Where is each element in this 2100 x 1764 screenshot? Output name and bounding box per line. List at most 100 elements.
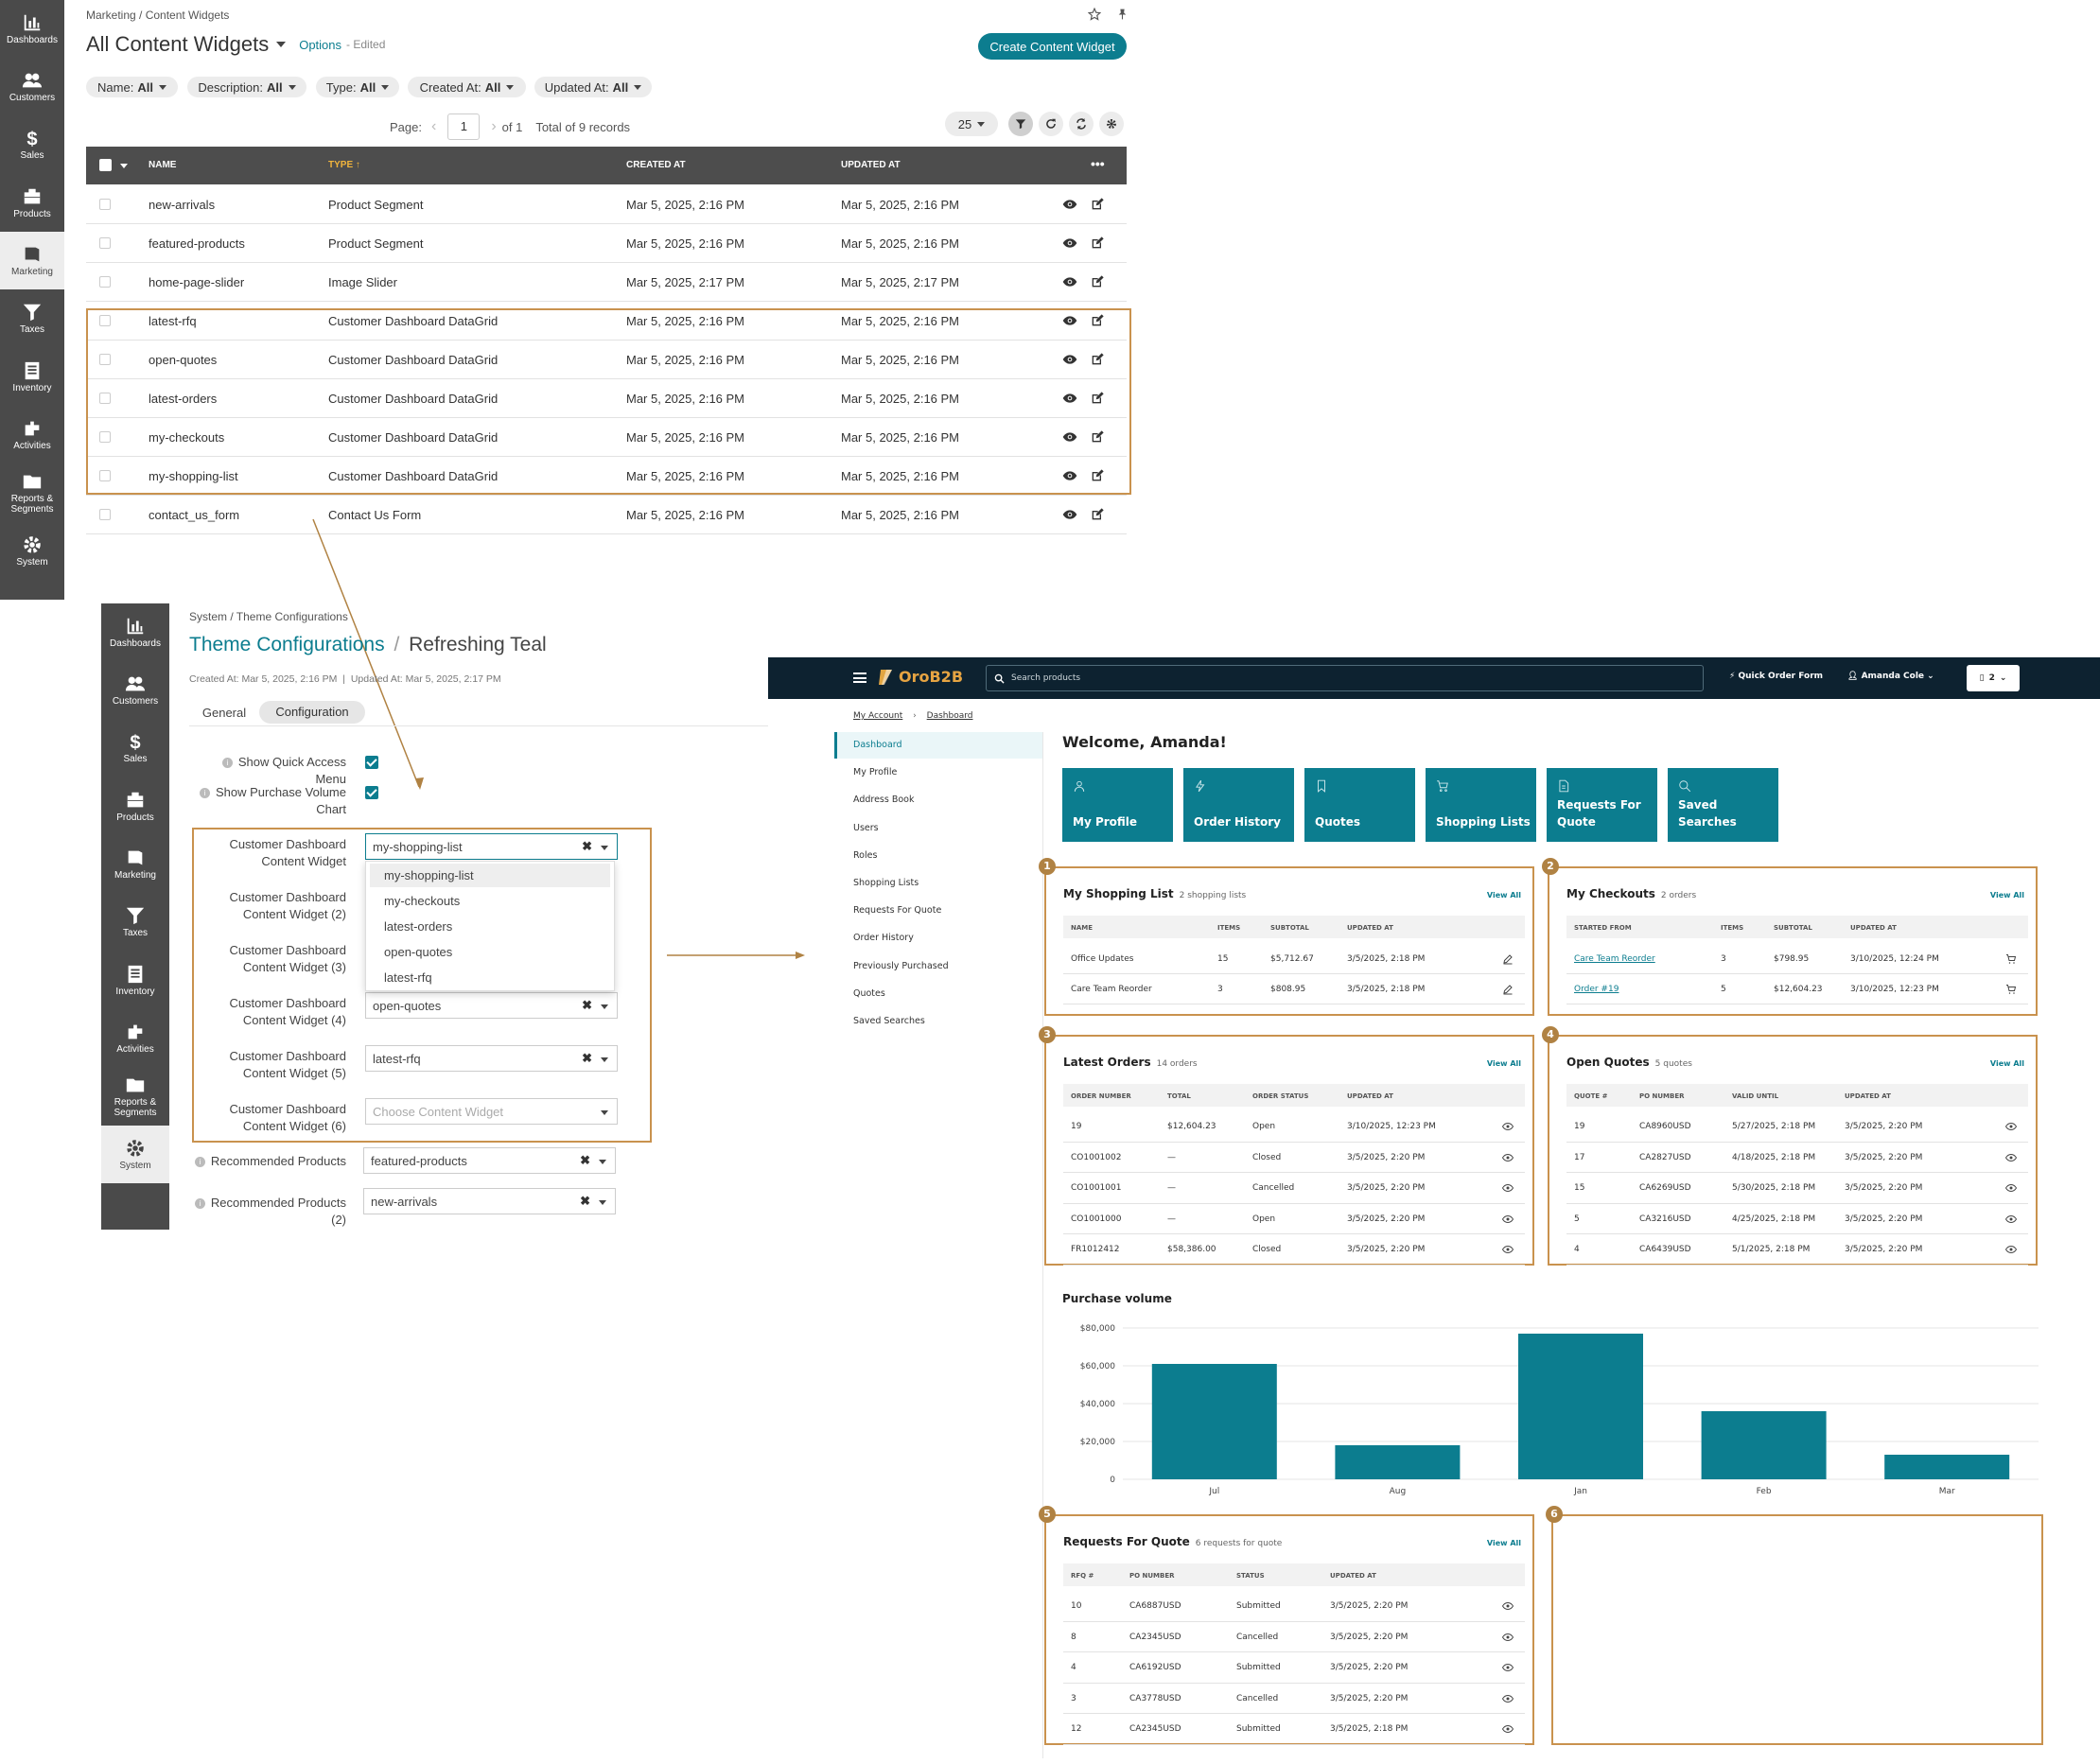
tile-shopping-lists[interactable]: Shopping Lists xyxy=(1426,768,1536,842)
table-row[interactable]: contact_us_form Contact Us Form Mar 5, 202… xyxy=(86,496,1127,534)
table-row[interactable]: Care Team Reorder 3 $808.95 3/5/2025, 2:18 … xyxy=(1063,974,1525,1004)
cart-icon[interactable] xyxy=(2005,953,2017,965)
star-icon[interactable] xyxy=(1088,8,1101,21)
cart-icon[interactable] xyxy=(2005,984,2017,995)
store-nav-saved-searches[interactable]: Saved Searches xyxy=(853,1016,925,1026)
sidebar-item-taxes[interactable]: Taxes xyxy=(101,893,169,951)
store-nav-users[interactable]: Users xyxy=(853,823,879,833)
sidebar-item-system[interactable]: System xyxy=(101,1125,169,1183)
filter-type[interactable]: Type: All xyxy=(316,77,399,97)
prev-page-icon[interactable]: ‹ xyxy=(431,118,436,135)
store-nav-previously-purchased[interactable]: Previously Purchased xyxy=(853,961,949,971)
eye-icon[interactable] xyxy=(2005,1182,2017,1194)
tile-my-profile[interactable]: My Profile xyxy=(1062,768,1173,842)
page-input[interactable]: 1 xyxy=(447,114,481,140)
table-row[interactable]: Care Team Reorder 3 $798.95 3/10/2025, 12:2… xyxy=(1566,944,2028,974)
store-nav-my-profile[interactable]: My Profile xyxy=(853,767,897,777)
sidebar-item-inventory[interactable]: Inventory xyxy=(101,952,169,1009)
row-checkbox[interactable] xyxy=(99,199,111,210)
sidebar-item-activities[interactable]: Activities xyxy=(101,1009,169,1067)
sidebar-item-customers[interactable]: Customers xyxy=(0,58,64,115)
show-purchase-volume-checkbox[interactable] xyxy=(365,786,378,799)
view-all-link[interactable]: View All xyxy=(1487,891,1521,899)
table-row[interactable]: 5 CA3216USD 4/25/2025, 2:18 PM 3/5/2025, 2:… xyxy=(1566,1204,2028,1234)
pencil-icon[interactable] xyxy=(1502,953,1514,965)
dropdown-option[interactable]: my-shopping-list xyxy=(370,864,610,887)
eye-icon[interactable] xyxy=(1502,1723,1514,1735)
sidebar-item-dashboards[interactable]: Dashboards xyxy=(0,0,64,58)
sidebar-item-marketing[interactable]: Marketing xyxy=(0,232,64,290)
eye-icon[interactable] xyxy=(2005,1152,2017,1163)
title-dropdown-icon[interactable] xyxy=(276,42,287,47)
view-all-link[interactable]: View All xyxy=(1990,891,2024,899)
select-all-checkbox[interactable] xyxy=(99,159,112,171)
refresh-button[interactable] xyxy=(1069,112,1094,136)
tile-saved-searches[interactable]: Saved Searches xyxy=(1668,768,1778,842)
dropdown-option[interactable]: my-checkouts xyxy=(370,889,610,913)
table-row[interactable]: 12 CA2345USD Submitted 3/5/2025, 2:18 PM xyxy=(1063,1714,1525,1745)
sidebar-item-inventory[interactable]: Inventory xyxy=(0,348,64,406)
pin-icon[interactable] xyxy=(1116,8,1129,21)
col-name[interactable]: NAME xyxy=(149,160,176,170)
table-row[interactable]: 3 CA3778USD Cancelled 3/5/2025, 2:20 PM xyxy=(1063,1684,1525,1714)
clear-icon[interactable]: ✖ xyxy=(580,1153,590,1168)
eye-icon[interactable] xyxy=(1502,1662,1514,1673)
filter-name[interactable]: Name: All xyxy=(86,77,178,97)
crumb-my-account[interactable]: My Account xyxy=(853,711,902,721)
col-type[interactable]: TYPE ↑ xyxy=(328,160,360,170)
table-row[interactable]: 17 CA2827USD 4/18/2025, 2:18 PM 3/5/2025, 2… xyxy=(1566,1143,2028,1173)
sidebar-item-sales[interactable]: $ Sales xyxy=(101,720,169,777)
edit-icon[interactable] xyxy=(1090,274,1105,289)
options-link[interactable]: Options xyxy=(299,38,341,52)
eye-icon[interactable] xyxy=(1502,1182,1514,1194)
quick-order-form-link[interactable]: ⚡︎ Quick Order Form xyxy=(1729,672,1823,681)
col-updated-at[interactable]: UPDATED AT xyxy=(841,160,901,170)
table-row[interactable]: 8 CA2345USD Cancelled 3/5/2025, 2:20 PM xyxy=(1063,1622,1525,1652)
tile-order-history[interactable]: Order History xyxy=(1183,768,1294,842)
tab-configuration[interactable]: Configuration xyxy=(259,701,365,724)
table-row[interactable]: home-page-slider Image Slider Mar 5, 2025,… xyxy=(86,263,1127,302)
table-row[interactable]: CO1001000— Open 3/5/2025, 2:20 PM xyxy=(1063,1204,1525,1234)
tile-quotes[interactable]: Quotes xyxy=(1304,768,1415,842)
view-all-link[interactable]: View All xyxy=(1990,1059,2024,1068)
eye-icon[interactable] xyxy=(1502,1244,1514,1255)
sidebar-item-reports-segments[interactable]: Reports & Segments xyxy=(0,463,64,521)
row-link[interactable]: Order #19 xyxy=(1574,985,1619,994)
pencil-icon[interactable] xyxy=(1502,984,1514,995)
table-row[interactable]: CO1001002— Closed 3/5/2025, 2:20 PM xyxy=(1063,1143,1525,1173)
sidebar-item-reports-segments[interactable]: Reports & Segments xyxy=(101,1067,169,1125)
chevron-down-icon[interactable] xyxy=(120,164,128,168)
table-row[interactable]: CO1001001— Cancelled 3/5/2025, 2:20 PM xyxy=(1063,1173,1525,1204)
store-nav-dashboard[interactable]: Dashboard xyxy=(853,740,902,750)
store-nav-shopping-lists[interactable]: Shopping Lists xyxy=(853,878,919,888)
show-quick-access-checkbox[interactable] xyxy=(365,756,378,769)
table-row[interactable]: 19 CA8960USD 5/27/2025, 2:18 PM 3/5/2025, 2… xyxy=(1566,1111,2028,1143)
table-row[interactable]: 10 CA6887USD Submitted 3/5/2025, 2:20 PM xyxy=(1063,1591,1525,1622)
theme-configurations-link[interactable]: Theme Configurations xyxy=(189,634,385,655)
grid-settings-button[interactable] xyxy=(1099,112,1124,136)
store-search-input[interactable]: Search products xyxy=(986,665,1704,691)
table-row[interactable]: featured-products Product Segment Mar 5, 2… xyxy=(86,224,1127,263)
table-row[interactable]: 4 CA6192USD Submitted 3/5/2025, 2:20 PM xyxy=(1063,1652,1525,1684)
store-logo[interactable]: OroB2B xyxy=(899,668,963,686)
table-row[interactable]: Order #19 5 $12,604.23 3/10/2025, 12:23 PM xyxy=(1566,974,2028,1004)
chevron-down-icon[interactable] xyxy=(599,1160,606,1164)
tile-requests-for-quote[interactable]: Requests For Quote xyxy=(1547,768,1657,842)
eye-icon[interactable] xyxy=(2005,1214,2017,1225)
sidebar-item-products[interactable]: Products xyxy=(101,777,169,835)
tab-general[interactable]: General xyxy=(192,702,256,725)
store-nav-address-book[interactable]: Address Book xyxy=(853,795,915,805)
hamburger-icon[interactable] xyxy=(853,672,866,683)
row-checkbox[interactable] xyxy=(99,509,111,520)
filter-toggle-button[interactable] xyxy=(1008,112,1033,136)
eye-icon[interactable] xyxy=(1502,1152,1514,1163)
chevron-down-icon[interactable] xyxy=(599,1200,606,1205)
table-row[interactable]: FR1012412 $58,386.00 Closed 3/5/2025, 2:20 … xyxy=(1063,1234,1525,1266)
col-created-at[interactable]: CREATED AT xyxy=(626,160,686,170)
eye-icon[interactable] xyxy=(1062,507,1077,522)
reset-button[interactable] xyxy=(1039,112,1063,136)
eye-icon[interactable] xyxy=(2005,1244,2017,1255)
view-all-link[interactable]: View All xyxy=(1487,1539,1521,1547)
table-row[interactable]: 4 CA6439USD 5/1/2025, 2:18 PM 3/5/2025, 2:2… xyxy=(1566,1234,2028,1266)
edit-icon[interactable] xyxy=(1090,197,1105,212)
